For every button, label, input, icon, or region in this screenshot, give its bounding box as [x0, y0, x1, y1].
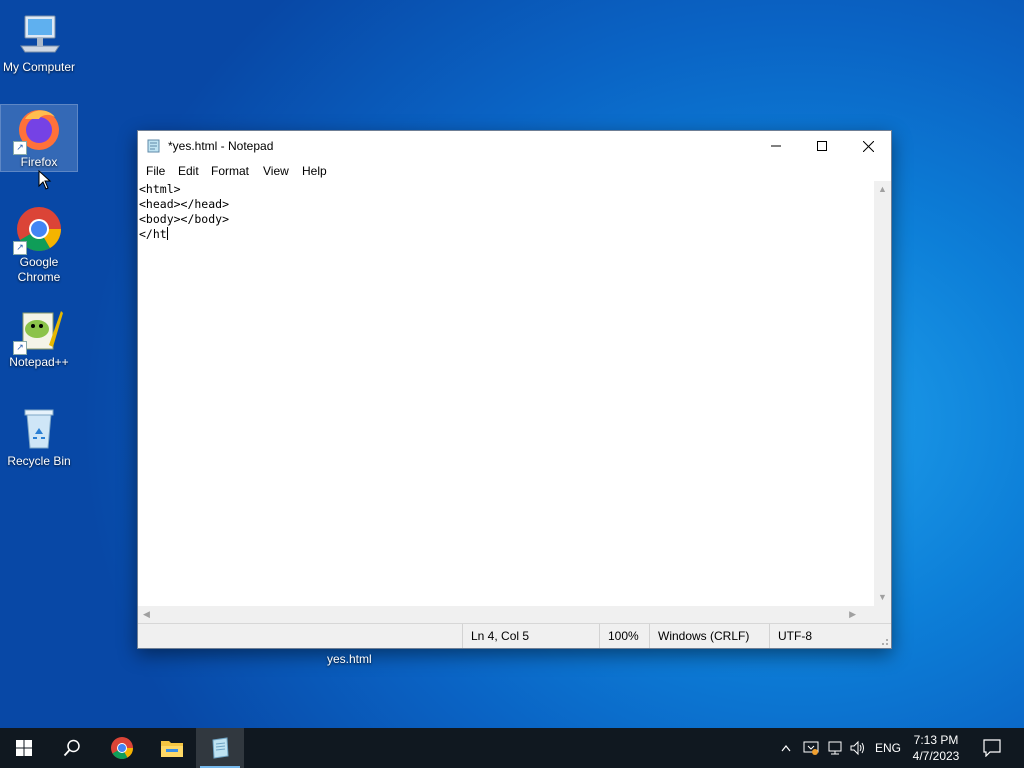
scroll-down-icon[interactable]: ▼ [878, 592, 887, 602]
editor-line: <body></body> [139, 212, 230, 226]
minimize-button[interactable] [753, 131, 799, 161]
chevron-up-icon [781, 745, 791, 752]
start-button[interactable] [0, 728, 48, 768]
status-bar: Ln 4, Col 5 100% Windows (CRLF) UTF-8 [138, 623, 891, 648]
scroll-left-icon[interactable]: ◀ [143, 609, 150, 620]
scroll-up-icon[interactable]: ▲ [878, 184, 887, 194]
minimize-icon [771, 145, 781, 147]
search-icon [63, 739, 80, 757]
taskbar: ENG 7:13 PM 4/7/2023 [0, 728, 1024, 768]
taskbar-chrome[interactable] [98, 728, 146, 768]
status-zoom: 100% [599, 624, 652, 648]
tray-network[interactable] [824, 728, 846, 768]
status-position: Ln 4, Col 5 [462, 624, 601, 648]
recycle-bin-icon [15, 404, 63, 452]
clock-time: 7:13 PM [913, 733, 959, 747]
file-explorer-icon [161, 741, 183, 757]
desktop-icon-label: Google Chrome [17, 255, 61, 284]
volume-icon [850, 740, 864, 756]
window-title: *yes.html - Notepad [168, 139, 274, 153]
status-encoding: UTF-8 [769, 624, 878, 648]
text-caret [166, 227, 168, 240]
tray-overflow-button[interactable] [776, 728, 796, 768]
notification-icon [983, 739, 1001, 757]
desktop-icon-my-computer[interactable]: My Computer [1, 10, 77, 75]
editor-line-text: </ht [139, 227, 167, 241]
desktop-icon-label: Recycle Bin [7, 454, 71, 468]
language-indicator[interactable]: ENG [872, 728, 904, 768]
close-icon [862, 140, 874, 152]
editor-line: <head></head> [139, 197, 230, 211]
maximize-icon [817, 141, 827, 151]
menu-format[interactable]: Format [211, 164, 249, 178]
taskbar-file-explorer[interactable] [148, 728, 196, 768]
desktop-icon-label: Notepad++ [9, 355, 69, 369]
computer-icon [15, 10, 63, 58]
mouse-cursor-icon [38, 170, 52, 190]
vertical-scrollbar[interactable]: ▲ ▼ [874, 181, 891, 614]
chrome-icon: ↗ [13, 205, 63, 255]
editor-line-active: </ht [139, 227, 875, 242]
menu-edit[interactable]: Edit [178, 164, 199, 178]
shortcut-arrow-icon: ↗ [13, 341, 27, 355]
desktop-icon-label: My Computer [2, 60, 76, 74]
resize-grip-icon[interactable] [879, 636, 889, 646]
desktop-icon-firefox[interactable]: ↗ Firefox [0, 104, 78, 172]
menu-view[interactable]: View [263, 164, 289, 178]
desktop-icon-chrome[interactable]: ↗ Google Chrome [1, 205, 77, 285]
virtual-machine-icon [803, 741, 819, 755]
maximize-button[interactable] [799, 131, 845, 161]
editor-line: <html> [139, 182, 181, 196]
text-editor[interactable]: <html> <head></head> <body></body> </ht [138, 181, 875, 615]
firefox-icon: ↗ [13, 105, 63, 155]
title-bar[interactable]: *yes.html - Notepad [138, 131, 891, 161]
network-icon [828, 741, 842, 755]
scroll-right-icon[interactable]: ▶ [849, 609, 856, 620]
close-button[interactable] [845, 131, 891, 161]
menu-help[interactable]: Help [302, 164, 327, 178]
desktop-icon-recycle-bin[interactable]: Recycle Bin [1, 404, 77, 469]
clock-date: 4/7/2023 [912, 749, 960, 763]
clock[interactable]: 7:13 PM 4/7/2023 [906, 732, 966, 764]
shortcut-arrow-icon: ↗ [13, 241, 27, 255]
notifications-button[interactable] [976, 728, 1008, 768]
status-line-ending: Windows (CRLF) [649, 624, 768, 648]
chrome-icon [111, 737, 133, 759]
desktop-icon-label: Firefox [20, 155, 58, 169]
start-icon [16, 740, 32, 756]
notepad-icon [212, 737, 229, 759]
tray-app-icon[interactable] [800, 728, 822, 768]
desktop-file-label[interactable]: yes.html [327, 652, 372, 666]
taskbar-notepad[interactable] [196, 728, 244, 768]
desktop-icon-notepadpp[interactable]: ↗ Notepad++ [1, 305, 77, 370]
horizontal-scrollbar[interactable]: ◀ ▶ [138, 606, 874, 623]
scrollbar-corner [874, 606, 891, 623]
shortcut-arrow-icon: ↗ [13, 141, 27, 155]
notepadpp-icon: ↗ [13, 305, 63, 355]
notepad-window[interactable]: *yes.html - Notepad File Edit Format Vie… [137, 130, 892, 649]
notepad-icon [147, 139, 160, 153]
search-button[interactable] [48, 728, 96, 768]
menu-file[interactable]: File [146, 164, 165, 178]
tray-volume[interactable] [847, 728, 869, 768]
menu-bar: File Edit Format View Help [138, 161, 891, 181]
